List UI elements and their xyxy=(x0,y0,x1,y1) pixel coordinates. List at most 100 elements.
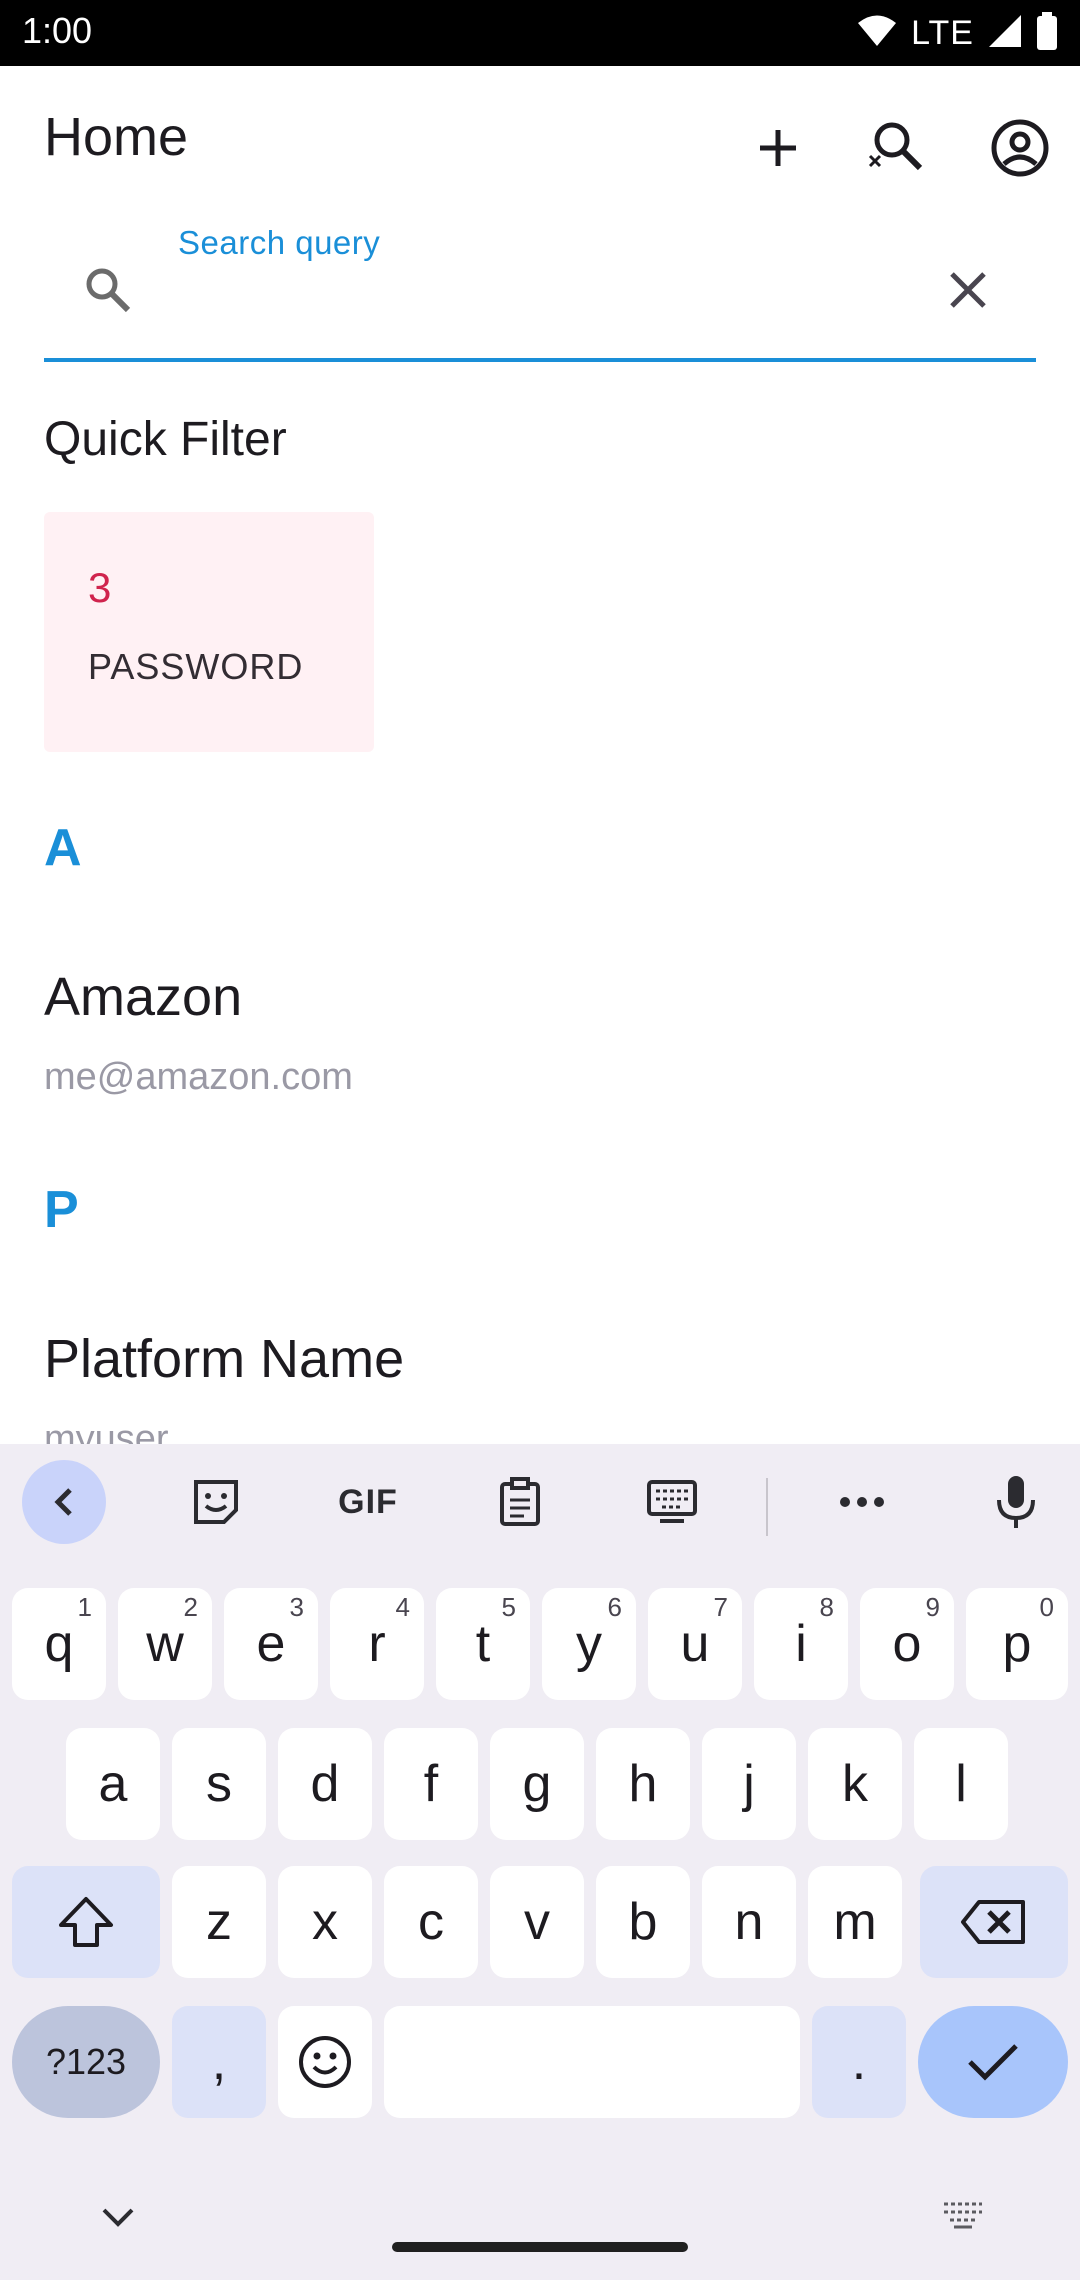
symbols-key[interactable]: ?123 xyxy=(12,2006,160,2118)
mic-icon xyxy=(997,1476,1035,1528)
key-t[interactable]: t5 xyxy=(436,1588,530,1700)
mic-button[interactable] xyxy=(974,1460,1058,1544)
backspace-icon xyxy=(961,1900,1025,1944)
hide-keyboard-button[interactable] xyxy=(98,2204,138,2235)
add-icon xyxy=(760,130,796,166)
key-hint: 7 xyxy=(713,1592,728,1622)
toolbar-divider xyxy=(766,1478,768,1536)
search-label: Search query xyxy=(178,224,381,261)
search-underline xyxy=(44,358,1036,362)
battery-icon xyxy=(1036,11,1058,55)
key-hint: 5 xyxy=(501,1592,516,1622)
sticker-icon xyxy=(194,1480,238,1524)
space-key[interactable] xyxy=(384,2006,800,2118)
network-type: LTE xyxy=(911,13,974,52)
filter-card-password[interactable]: 3 PASSWORD xyxy=(44,512,374,752)
key-g[interactable]: g xyxy=(490,1728,584,1840)
key-z[interactable]: z xyxy=(172,1866,266,1978)
check-icon xyxy=(968,2044,1018,2081)
key-f[interactable]: f xyxy=(384,1728,478,1840)
key-label: t xyxy=(475,1615,491,1673)
key-n[interactable]: n xyxy=(702,1866,796,1978)
clipboard-icon xyxy=(500,1477,540,1526)
keyboard-toolbar: GIF xyxy=(0,1444,1080,1570)
key-hint: 6 xyxy=(607,1592,622,1622)
more-button[interactable] xyxy=(820,1460,904,1544)
gesture-handle[interactable] xyxy=(392,2242,688,2252)
emoji-icon xyxy=(299,2036,351,2088)
search-off-icon xyxy=(868,122,923,171)
key-label: o xyxy=(892,1615,922,1673)
entry-title: Amazon xyxy=(44,967,243,1027)
key-d[interactable]: d xyxy=(278,1728,372,1840)
page-title: Home xyxy=(44,107,189,167)
key-label: w xyxy=(146,1615,184,1673)
clear-search-button[interactable] xyxy=(944,266,992,319)
backspace-key[interactable] xyxy=(920,1866,1068,1978)
account-button[interactable] xyxy=(980,108,1060,188)
keyboard-icon xyxy=(647,1480,697,1523)
key-label: q xyxy=(44,1615,74,1673)
key-label: i xyxy=(795,1615,807,1673)
status-time: 1:00 xyxy=(22,10,93,51)
key-u[interactable]: u7 xyxy=(648,1588,742,1700)
key-p[interactable]: p0 xyxy=(966,1588,1068,1700)
key-hint: 1 xyxy=(77,1592,92,1622)
key-hint: 2 xyxy=(183,1592,198,1622)
keyboard-back-button[interactable] xyxy=(22,1460,106,1544)
shift-icon xyxy=(59,1897,113,1947)
key-hint: 9 xyxy=(925,1592,940,1622)
key-r[interactable]: r4 xyxy=(330,1588,424,1700)
status-icons: LTE xyxy=(857,11,1058,55)
key-q[interactable]: q1 xyxy=(12,1588,106,1700)
key-h[interactable]: h xyxy=(596,1728,690,1840)
sticker-button[interactable] xyxy=(174,1460,258,1544)
keyboard-mode-button[interactable] xyxy=(630,1460,714,1544)
entry-subtitle: me@amazon.com xyxy=(44,1056,353,1098)
section-header-p: P xyxy=(44,1181,79,1239)
keyboard-switch-button[interactable] xyxy=(940,2200,986,2235)
key-k[interactable]: k xyxy=(808,1728,902,1840)
key-label: u xyxy=(680,1615,710,1673)
key-m[interactable]: m xyxy=(808,1866,902,1978)
chevron-down-icon xyxy=(102,2208,134,2227)
comma-key[interactable]: , xyxy=(172,2006,266,2118)
key-b[interactable]: b xyxy=(596,1866,690,1978)
signal-icon xyxy=(988,14,1022,53)
enter-key[interactable] xyxy=(918,2006,1068,2118)
period-key[interactable]: . xyxy=(812,2006,906,2118)
key-o[interactable]: o9 xyxy=(860,1588,954,1700)
key-w[interactable]: w2 xyxy=(118,1588,212,1700)
gif-button[interactable]: GIF xyxy=(326,1460,410,1544)
key-s[interactable]: s xyxy=(172,1728,266,1840)
shift-key[interactable] xyxy=(12,1866,160,1978)
key-i[interactable]: i8 xyxy=(754,1588,848,1700)
clipboard-button[interactable] xyxy=(478,1460,562,1544)
more-icon xyxy=(840,1497,884,1507)
key-v[interactable]: v xyxy=(490,1866,584,1978)
key-hint: 8 xyxy=(819,1592,834,1622)
key-y[interactable]: y6 xyxy=(542,1588,636,1700)
filter-count: 3 xyxy=(88,564,112,611)
key-c[interactable]: c xyxy=(384,1866,478,1978)
close-icon xyxy=(950,272,986,308)
key-x[interactable]: x xyxy=(278,1866,372,1978)
wifi-icon xyxy=(857,14,897,53)
key-l[interactable]: l xyxy=(914,1728,1008,1840)
add-button[interactable] xyxy=(738,108,818,188)
key-e[interactable]: e3 xyxy=(224,1588,318,1700)
key-a[interactable]: a xyxy=(66,1728,160,1840)
search-off-button[interactable] xyxy=(856,108,936,188)
key-label: p xyxy=(1002,1615,1032,1673)
emoji-key[interactable] xyxy=(278,2006,372,2118)
app-bar: Home xyxy=(0,66,1080,216)
soft-keyboard: GIF q1 w2 e3 r4 t5 y6 u7 i8 o9 p0 a s d … xyxy=(0,1444,1080,2280)
search-input[interactable]: Search query xyxy=(44,216,1036,362)
search-icon xyxy=(80,262,136,323)
chevron-left-icon xyxy=(54,1488,72,1516)
key-hint: 4 xyxy=(395,1592,410,1622)
key-hint: 3 xyxy=(289,1592,304,1622)
key-label: y xyxy=(576,1615,602,1673)
key-j[interactable]: j xyxy=(702,1728,796,1840)
key-label: e xyxy=(256,1615,286,1673)
